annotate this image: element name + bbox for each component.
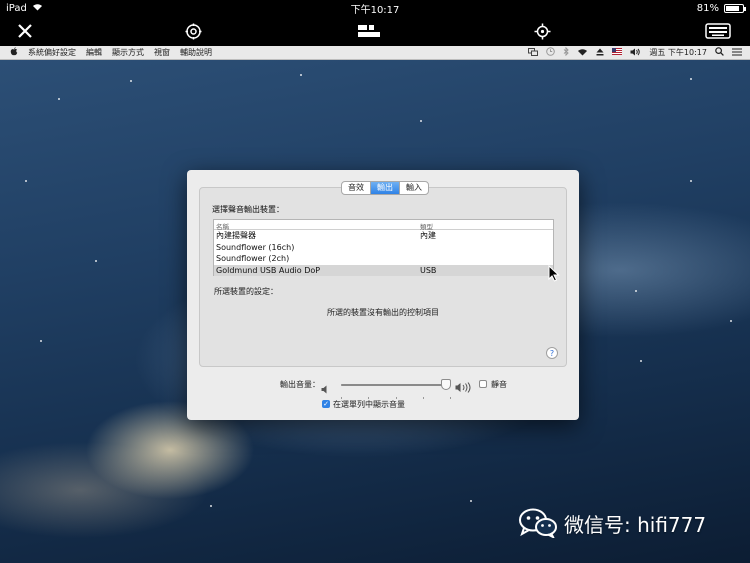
output-volume-label: 輸出音量： [280,380,320,389]
show-volume-in-menubar-label: 在選單列中顯示音量 [333,400,405,409]
device-name-cell: Soundflower (16ch) [216,242,295,252]
menu-edit[interactable]: 編輯 [86,47,102,58]
sound-tab-bar: 音效 輸出 輸入 [341,181,429,195]
sound-preferences-window: 音效 輸出 輸入 選擇聲音輸出裝置： 名稱 類型 內建揚聲器 內建 Soundf… [187,170,579,420]
mute-label: 靜音 [491,380,507,389]
speaker-high-icon [455,378,473,397]
ipad-status-bar: iPad 下午10:17 81% [0,0,750,16]
output-device-heading: 選擇聲音輸出裝置： [212,205,284,214]
display-mirroring-icon[interactable] [528,47,539,58]
battery-icon [724,3,746,13]
eject-icon[interactable] [596,48,604,58]
gear-icon[interactable] [182,21,204,41]
tab-output[interactable]: 輸出 [371,182,400,194]
device-name-cell: Goldmund USB Audio DoP [216,265,321,275]
bluetooth-icon[interactable] [563,46,570,58]
device-name-cell: Soundflower (2ch) [216,254,290,264]
slider-tick [423,397,424,399]
wifi-menu-icon[interactable] [577,48,588,58]
tab-input[interactable]: 輸入 [400,182,428,194]
wifi-icon [32,3,43,14]
wechat-icon [518,508,558,540]
close-icon[interactable] [14,21,36,41]
menu-window[interactable]: 視窗 [154,47,170,58]
slider-tick [450,397,451,399]
spotlight-icon[interactable] [715,47,724,58]
volume-slider-fill [341,384,446,386]
table-row-selected[interactable]: Goldmund USB Audio DoP USB [214,264,553,276]
output-device-table: 名稱 類型 內建揚聲器 內建 Soundflower (16ch) Soundf… [213,219,554,276]
show-volume-in-menubar-checkbox[interactable]: ✓ [322,400,330,408]
mac-menu-bar: 系統偏好設定 編輯 顯示方式 視窗 輔助說明 週五 下午10:17 [0,46,750,60]
column-name-header[interactable]: 名稱 [214,221,418,231]
speaker-low-icon [321,379,329,398]
crosshair-icon[interactable] [531,21,553,41]
volume-slider-thumb[interactable] [440,379,451,390]
output-volume-row: 輸出音量： 靜音 [187,377,579,399]
tab-sound-effects[interactable]: 音效 [342,182,371,194]
ios-clock: 下午10:17 [350,4,400,16]
notification-center-icon[interactable] [732,48,742,58]
device-name: iPad [6,2,27,14]
menubar-clock[interactable]: 週五 下午10:17 [649,47,707,58]
watermark-text: 微信号: hifi777 [564,512,707,537]
device-settings-label: 所選裝置的設定： [214,287,278,296]
display-layout-icon[interactable] [356,21,382,41]
battery-percent: 81% [696,2,719,14]
column-type-header[interactable]: 類型 [418,221,433,231]
output-panel: 選擇聲音輸出裝置： 名稱 類型 內建揚聲器 內建 Soundflower (16… [199,187,567,367]
time-machine-icon[interactable] [546,47,556,58]
remote-toolbar [0,16,750,46]
menu-help[interactable]: 輔助說明 [180,47,212,58]
apple-icon[interactable] [10,47,18,58]
flag-icon[interactable] [612,48,623,57]
device-type-cell: 內建 [420,231,436,241]
no-controls-message: 所選的裝置沒有輸出的控制項目 [327,308,439,317]
mouse-cursor-icon [548,264,560,286]
menu-system-preferences[interactable]: 系統偏好設定 [28,47,76,58]
wechat-watermark: 微信号: hifi777 [518,508,707,540]
volume-menu-icon[interactable] [630,48,641,58]
table-row[interactable]: Soundflower (16ch) [214,242,553,254]
mute-checkbox[interactable] [479,380,487,388]
table-row[interactable]: 內建揚聲器 內建 [214,230,553,242]
volume-slider[interactable] [341,379,451,399]
menu-view[interactable]: 顯示方式 [112,47,144,58]
table-header: 名稱 類型 [214,220,553,231]
keyboard-icon[interactable] [704,21,732,41]
table-row[interactable]: Soundflower (2ch) [214,253,553,265]
device-name-cell: 內建揚聲器 [216,231,256,241]
device-type-cell: USB [420,265,437,275]
help-button[interactable]: ? [546,347,558,359]
